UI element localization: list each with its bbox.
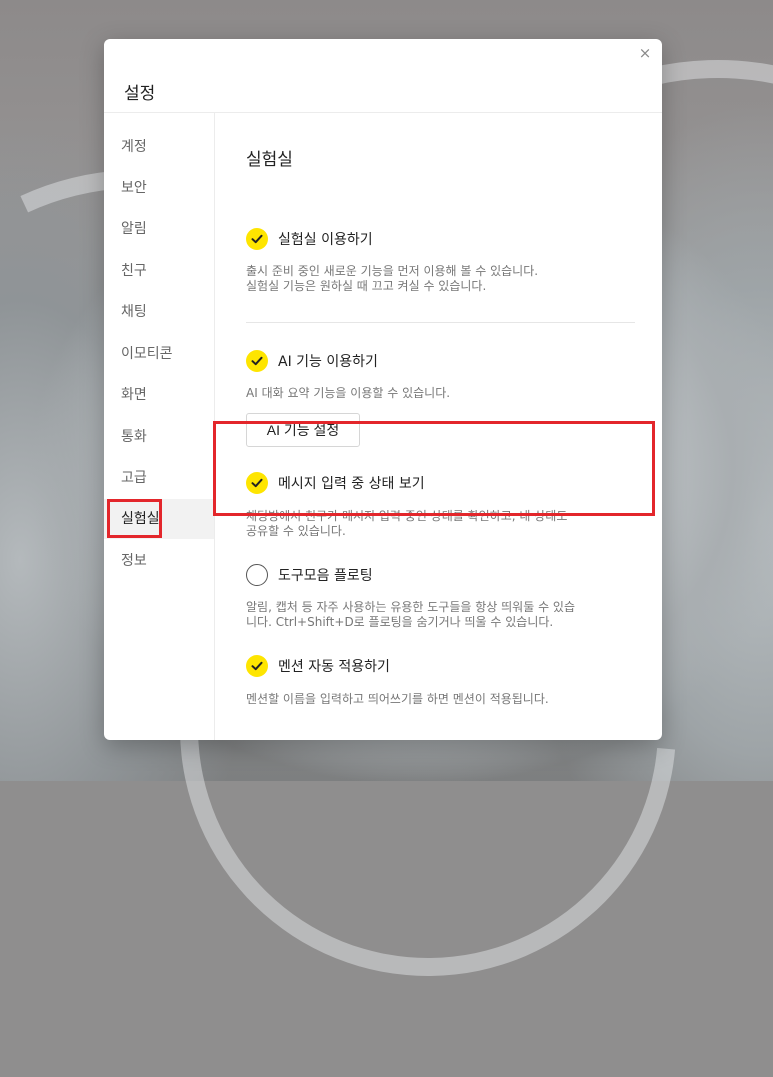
sidebar-item-advanced[interactable]: 고급	[104, 458, 214, 498]
close-icon[interactable]: ×	[637, 45, 653, 61]
sidebar-item-info[interactable]: 정보	[104, 541, 214, 581]
sidebar-item-account[interactable]: 계정	[104, 127, 214, 167]
sidebar-item-security[interactable]: 보안	[104, 168, 214, 208]
ai-settings-button[interactable]: AI 기능 설정	[246, 413, 360, 447]
sidebar-item-notifications[interactable]: 알림	[104, 209, 214, 249]
section-divider	[246, 322, 635, 323]
option-label: 멘션 자동 적용하기	[278, 659, 390, 675]
unchecked-circle-icon	[246, 564, 268, 586]
ai-feature-checkbox[interactable]: AI 기능 이용하기	[246, 349, 378, 373]
option-label: 도구모음 플로팅	[278, 568, 373, 584]
sidebar-item-display[interactable]: 화면	[104, 375, 214, 415]
option-description: 알림, 캡처 등 자주 사용하는 유용한 도구들을 항상 띄워둘 수 있습 니다…	[246, 600, 576, 629]
option-description: AI 대화 요약 기능을 이용할 수 있습니다.	[246, 386, 451, 400]
check-icon	[246, 472, 268, 494]
check-icon	[246, 228, 268, 250]
lab-enable-checkbox[interactable]: 실험실 이용하기	[246, 227, 373, 251]
option-label: 실험실 이용하기	[278, 232, 373, 248]
sidebar-item-chat[interactable]: 채팅	[104, 292, 214, 332]
settings-dialog: × 설정 계정 보안 알림 친구 채팅 이모티콘 화면 통화 고급 실험실 정보…	[104, 39, 662, 740]
option-label: 메시지 입력 중 상태 보기	[278, 476, 425, 492]
option-description: 출시 준비 중인 새로운 기능을 먼저 이용해 볼 수 있습니다. 실험실 기능…	[246, 264, 539, 293]
option-description: 채팅방에서 친구가 메시지 입력 중인 상태를 확인하고, 내 상태도 공유할 …	[246, 509, 568, 538]
option-description: 멘션할 이름을 입력하고 띄어쓰기를 하면 멘션이 적용됩니다.	[246, 692, 549, 706]
sidebar-item-emoticons[interactable]: 이모티콘	[104, 334, 214, 374]
sidebar-item-calls[interactable]: 통화	[104, 417, 214, 457]
lab-settings-panel: 실험실 실험실 이용하기 출시 준비 중인 새로운 기능을 먼저 이용해 볼 수…	[246, 113, 662, 740]
section-title: 실험실	[246, 150, 293, 170]
settings-sidebar: 계정 보안 알림 친구 채팅 이모티콘 화면 통화 고급 실험실 정보	[104, 113, 215, 740]
sidebar-item-friends[interactable]: 친구	[104, 251, 214, 291]
check-icon	[246, 350, 268, 372]
check-icon	[246, 655, 268, 677]
typing-status-checkbox[interactable]: 메시지 입력 중 상태 보기	[246, 471, 425, 495]
dialog-title: 설정	[124, 84, 156, 104]
toolbar-floating-checkbox[interactable]: 도구모음 플로팅	[246, 563, 373, 587]
sidebar-item-lab[interactable]: 실험실	[104, 499, 214, 539]
option-label: AI 기능 이용하기	[278, 354, 378, 370]
mention-auto-checkbox[interactable]: 멘션 자동 적용하기	[246, 654, 390, 678]
